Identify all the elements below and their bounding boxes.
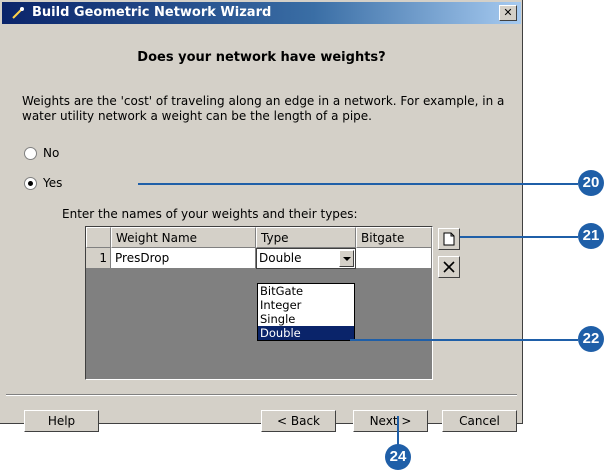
dropdown-option-single[interactable]: Single bbox=[258, 312, 354, 326]
callout-badge-20: 20 bbox=[578, 170, 604, 196]
description-text: Weights are the 'cost' of traveling alon… bbox=[22, 94, 505, 123]
radio-yes-circle[interactable] bbox=[24, 176, 37, 190]
new-document-icon bbox=[443, 232, 455, 246]
window-title: Build Geometric Network Wizard bbox=[32, 5, 272, 20]
table-label: Enter the names of your weights and thei… bbox=[62, 207, 358, 221]
page-heading: Does your network have weights? bbox=[137, 50, 386, 65]
next-button[interactable]: Next > bbox=[353, 410, 428, 432]
bitgate-size-cell[interactable] bbox=[356, 248, 432, 269]
radio-no[interactable]: No bbox=[24, 146, 59, 160]
weights-table: Weight Name Type Bitgate Size 1 PresDrop… bbox=[85, 226, 433, 380]
callout-line-22 bbox=[350, 339, 578, 341]
callout-line-21 bbox=[460, 236, 578, 238]
callout-line-24 bbox=[397, 416, 399, 445]
help-button[interactable]: Help bbox=[24, 410, 99, 432]
weight-name-cell[interactable]: PresDrop bbox=[111, 248, 256, 269]
radio-yes-label: Yes bbox=[43, 176, 63, 190]
close-icon: ✕ bbox=[503, 6, 513, 19]
wizard-wand-icon bbox=[12, 7, 24, 19]
callout-badge-21: 21 bbox=[578, 223, 604, 249]
callout-badge-22: 22 bbox=[578, 326, 604, 352]
radio-no-label: No bbox=[43, 146, 60, 160]
delete-x-icon bbox=[443, 261, 455, 273]
dropdown-option-integer[interactable]: Integer bbox=[258, 298, 354, 312]
type-dropdown-list: BitGate Integer Single Double bbox=[257, 283, 355, 341]
new-weight-button[interactable] bbox=[438, 228, 460, 250]
dropdown-option-double[interactable]: Double bbox=[258, 326, 354, 340]
type-combo-value: Double bbox=[259, 251, 302, 265]
title-bar: Build Geometric Network Wizard ✕ bbox=[2, 2, 521, 24]
radio-yes[interactable]: Yes bbox=[24, 176, 62, 190]
corner-header bbox=[86, 227, 111, 248]
button-separator bbox=[6, 394, 517, 396]
back-button[interactable]: < Back bbox=[261, 410, 336, 432]
column-header-bitgate-size[interactable]: Bitgate Size bbox=[356, 227, 432, 266]
dropdown-option-bitgate[interactable]: BitGate bbox=[258, 284, 354, 298]
column-header-weight-name[interactable]: Weight Name bbox=[111, 227, 256, 248]
radio-no-circle[interactable] bbox=[24, 146, 37, 160]
type-combo[interactable]: Double bbox=[256, 248, 356, 269]
row-number[interactable]: 1 bbox=[86, 248, 111, 269]
close-button[interactable]: ✕ bbox=[499, 5, 517, 21]
dropdown-arrow-icon[interactable] bbox=[339, 250, 354, 267]
wizard-dialog: Build Geometric Network Wizard ✕ Does yo… bbox=[0, 0, 523, 432]
delete-weight-button[interactable] bbox=[438, 256, 460, 278]
callout-badge-24: 24 bbox=[385, 444, 411, 470]
callout-line-20 bbox=[138, 183, 578, 185]
column-header-type[interactable]: Type bbox=[256, 227, 356, 248]
cancel-button[interactable]: Cancel bbox=[442, 410, 517, 432]
